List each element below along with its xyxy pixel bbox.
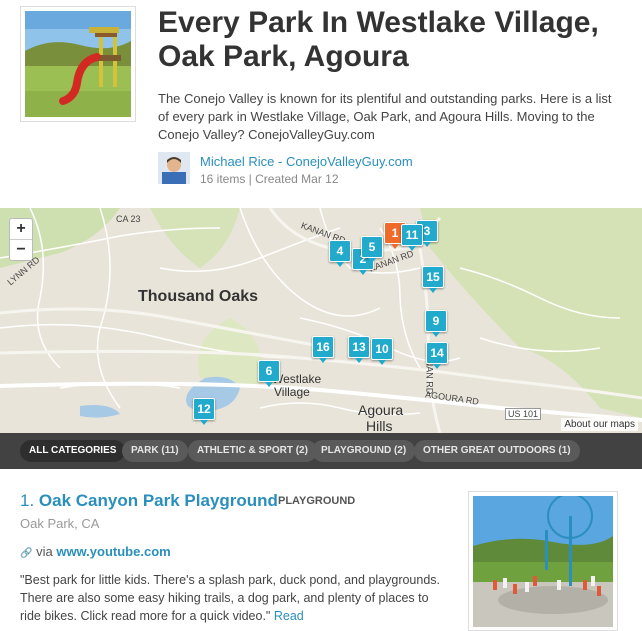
- map-marker[interactable]: 15: [422, 266, 444, 293]
- map-marker[interactable]: 6: [258, 360, 280, 387]
- read-more-link[interactable]: Read: [274, 609, 304, 623]
- item-source: 🔗 via www.youtube.com: [20, 544, 171, 559]
- map-marker[interactable]: 13: [348, 336, 370, 363]
- map-marker[interactable]: 10: [371, 338, 393, 365]
- category-other-outdoors[interactable]: OTHER GREAT OUTDOORS (1): [414, 440, 580, 462]
- playground-image: [25, 11, 131, 117]
- via-label: via: [36, 544, 53, 559]
- map[interactable]: + − Thousand Oaks Westlake Village Agour…: [0, 208, 642, 433]
- item-category: PLAYGROUND: [278, 495, 356, 507]
- item-title-text[interactable]: Oak Canyon Park Playground: [39, 491, 278, 510]
- item-title[interactable]: 1. Oak Canyon Park Playground: [20, 491, 278, 511]
- list-item: 1. Oak Canyon Park Playground PLAYGROUND…: [0, 469, 642, 631]
- map-label-road: US 101: [505, 408, 542, 420]
- map-marker[interactable]: 14: [426, 342, 448, 369]
- list-thumbnail[interactable]: [20, 6, 136, 122]
- map-marker[interactable]: 16: [312, 336, 334, 363]
- map-marker[interactable]: 12: [193, 398, 215, 425]
- item-photo[interactable]: [468, 491, 618, 631]
- zoom-in-button[interactable]: +: [10, 219, 32, 239]
- map-label-city: Village: [274, 385, 310, 399]
- zoom-out-button[interactable]: −: [10, 239, 32, 260]
- map-marker[interactable]: 11: [401, 224, 423, 251]
- zoom-controls: + −: [9, 218, 33, 261]
- link-icon: 🔗: [20, 548, 33, 559]
- map-marker[interactable]: 4: [329, 240, 351, 267]
- category-playground[interactable]: PLAYGROUND (2): [312, 440, 416, 462]
- list-meta: 16 items | Created Mar 12: [200, 172, 339, 186]
- map-marker[interactable]: 9: [425, 310, 447, 337]
- category-park[interactable]: PARK (11): [122, 440, 188, 462]
- item-number: 1.: [20, 491, 35, 510]
- source-link[interactable]: www.youtube.com: [56, 544, 170, 559]
- map-marker[interactable]: 5: [361, 236, 383, 263]
- map-label-city: Thousand Oaks: [138, 288, 259, 305]
- map-label-city: Agoura: [358, 402, 404, 418]
- category-filter-bar: ALL CATEGORIES PARK (11) ATHLETIC & SPOR…: [0, 433, 642, 469]
- list-title: Every Park In Westlake Village, Oak Park…: [158, 6, 599, 73]
- map-base: [0, 208, 642, 433]
- map-label-road: CA 23: [116, 214, 141, 224]
- category-athletic-sport[interactable]: ATHLETIC & SPORT (2): [188, 440, 317, 462]
- author-avatar[interactable]: [158, 152, 190, 184]
- about-maps-link[interactable]: About our maps: [561, 418, 638, 431]
- map-label-city: Hills: [366, 418, 393, 433]
- category-all[interactable]: ALL CATEGORIES: [20, 440, 126, 462]
- list-description: The Conejo Valley is known for its plent…: [158, 91, 612, 142]
- splash-park-image: [473, 496, 613, 627]
- item-description: "Best park for little kids. There's a sp…: [20, 571, 440, 625]
- item-quote-text: "Best park for little kids. There's a sp…: [20, 573, 441, 623]
- author-link[interactable]: Michael Rice - ConejoValleyGuy.com: [200, 154, 413, 169]
- item-location: Oak Park, CA: [20, 516, 100, 531]
- list-header: Every Park In Westlake Village, Oak Park…: [0, 0, 642, 208]
